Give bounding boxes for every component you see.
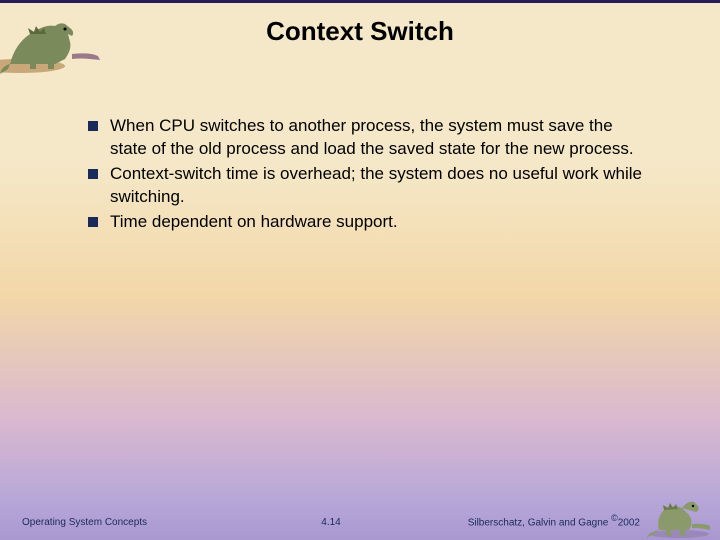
dinosaur-bottom-right-icon [644,490,714,540]
slide: Context Switch When CPU switches to anot… [0,0,720,540]
footer-year: 2002 [618,517,640,528]
bullet-item: Time dependent on hardware support. [88,211,648,234]
slide-title: Context Switch [0,0,720,47]
bullet-item: Context-switch time is overhead; the sys… [88,163,648,209]
footer-page-number: 4.14 [228,517,434,528]
footer: Operating System Concepts 4.14 Silbersch… [0,513,720,528]
content-area: When CPU switches to another process, th… [88,115,648,236]
bullet-item: When CPU switches to another process, th… [88,115,648,161]
bullet-text: When CPU switches to another process, th… [110,115,648,161]
bullet-text: Context-switch time is overhead; the sys… [110,163,648,209]
footer-left: Operating System Concepts [22,517,228,528]
bullet-text: Time dependent on hardware support. [110,211,398,234]
bullet-square-icon [88,217,98,227]
top-border [0,0,720,3]
bullet-square-icon [88,169,98,179]
bullet-square-icon [88,121,98,131]
copyright-icon: © [611,513,618,523]
dinosaur-top-left-icon [0,4,105,79]
footer-authors: Silberschatz, Galvin and Gagne [468,517,611,528]
